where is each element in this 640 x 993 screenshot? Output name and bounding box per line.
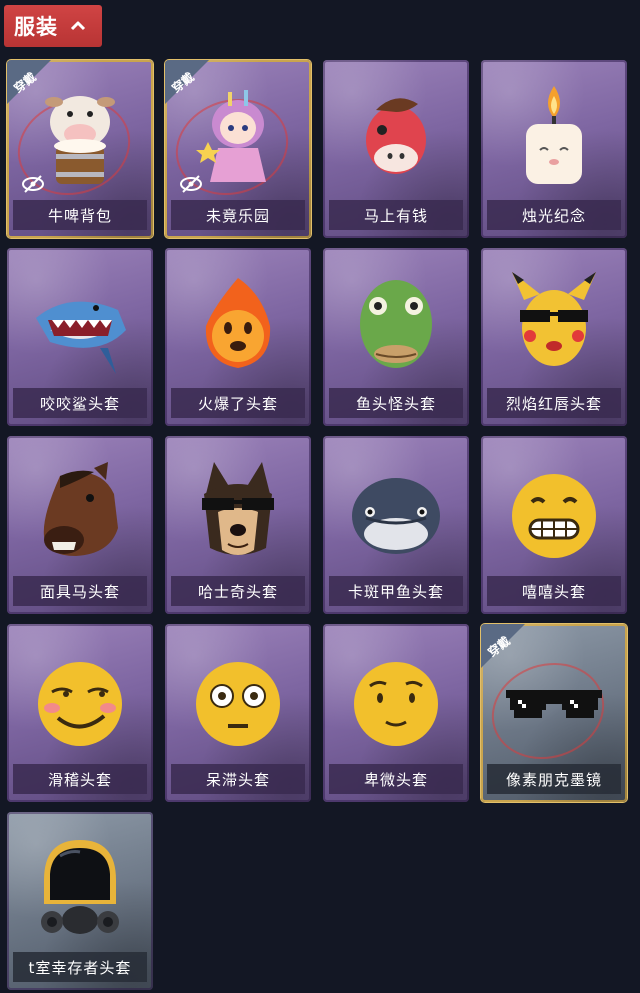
item-card[interactable]: 卡斑甲鱼头套 bbox=[323, 436, 469, 614]
horse-mask-icon bbox=[43, 462, 118, 556]
equipped-badge: 穿戴 bbox=[7, 60, 51, 104]
item-card[interactable]: 马上有钱 bbox=[323, 60, 469, 238]
item-label: 呆滞头套 bbox=[205, 770, 270, 789]
stunned-emoji-icon bbox=[196, 662, 280, 746]
candle-icon bbox=[526, 86, 582, 184]
item-card[interactable]: 嘻嘻头套 bbox=[481, 436, 627, 614]
red-horse-icon bbox=[366, 98, 426, 174]
turtle-head-icon bbox=[352, 478, 440, 554]
item-card[interactable]: t室幸存者头套 bbox=[7, 812, 153, 990]
item-label: 面具马头套 bbox=[39, 582, 120, 601]
item-card[interactable]: 滑稽头套 bbox=[7, 624, 153, 802]
item-label: 嘻嘻头套 bbox=[521, 582, 586, 601]
shark-head-icon bbox=[36, 301, 126, 374]
eye-slash-icon[interactable] bbox=[179, 174, 203, 194]
pikachu-head-icon bbox=[512, 272, 596, 366]
item-label: 卑微头套 bbox=[363, 770, 428, 789]
item-card[interactable]: 哈士奇头套 bbox=[165, 436, 311, 614]
item-label: 咬咬鲨头套 bbox=[39, 394, 120, 413]
item-label: 火爆了头套 bbox=[197, 394, 278, 413]
item-card[interactable]: 穿戴 像素朋克墨镜 bbox=[481, 624, 627, 802]
item-label: 烈焰红唇头套 bbox=[505, 394, 602, 413]
item-card[interactable]: 鱼头怪头套 bbox=[323, 248, 469, 426]
humble-emoji-icon bbox=[354, 662, 438, 746]
equipped-badge: 穿戴 bbox=[481, 624, 525, 668]
item-card[interactable]: 咬咬鲨头套 bbox=[7, 248, 153, 426]
smirk-emoji-icon bbox=[38, 662, 122, 746]
item-label: 卡斑甲鱼头套 bbox=[347, 582, 444, 601]
item-label: 马上有钱 bbox=[363, 206, 428, 225]
item-card[interactable]: 烈焰红唇头套 bbox=[481, 248, 627, 426]
item-label: 牛啤背包 bbox=[47, 206, 112, 225]
item-card[interactable]: 呆滞头套 bbox=[165, 624, 311, 802]
husky-head-icon bbox=[202, 462, 274, 555]
item-label: 像素朋克墨镜 bbox=[505, 770, 602, 789]
equipped-badge: 穿戴 bbox=[165, 60, 209, 104]
grin-emoji-icon bbox=[512, 474, 596, 558]
item-card[interactable]: 面具马头套 bbox=[7, 436, 153, 614]
item-label: 鱼头怪头套 bbox=[355, 394, 436, 413]
item-card[interactable]: 穿戴 未竟乐园 bbox=[165, 60, 311, 238]
eye-slash-icon[interactable] bbox=[21, 174, 45, 194]
item-label: 未竟乐园 bbox=[205, 206, 270, 225]
item-card[interactable]: 火爆了头套 bbox=[165, 248, 311, 426]
fire-head-icon bbox=[205, 278, 271, 368]
item-card[interactable]: 卑微头套 bbox=[323, 624, 469, 802]
gas-mask-helmet-icon bbox=[41, 840, 119, 934]
clothing-grid: 穿戴 牛啤背包 穿戴 未竟乐园 马上有钱 烛光纪念 咬咬鲨头套 火爆了头套 鱼头… bbox=[0, 0, 640, 993]
item-card[interactable]: 穿戴 牛啤背包 bbox=[7, 60, 153, 238]
item-label: 哈士奇头套 bbox=[197, 582, 278, 601]
item-card[interactable]: 烛光纪念 bbox=[481, 60, 627, 238]
fish-head-icon bbox=[360, 280, 432, 368]
item-label: 烛光纪念 bbox=[521, 206, 586, 225]
item-label: t室幸存者头套 bbox=[28, 958, 132, 977]
item-label: 滑稽头套 bbox=[47, 770, 112, 789]
